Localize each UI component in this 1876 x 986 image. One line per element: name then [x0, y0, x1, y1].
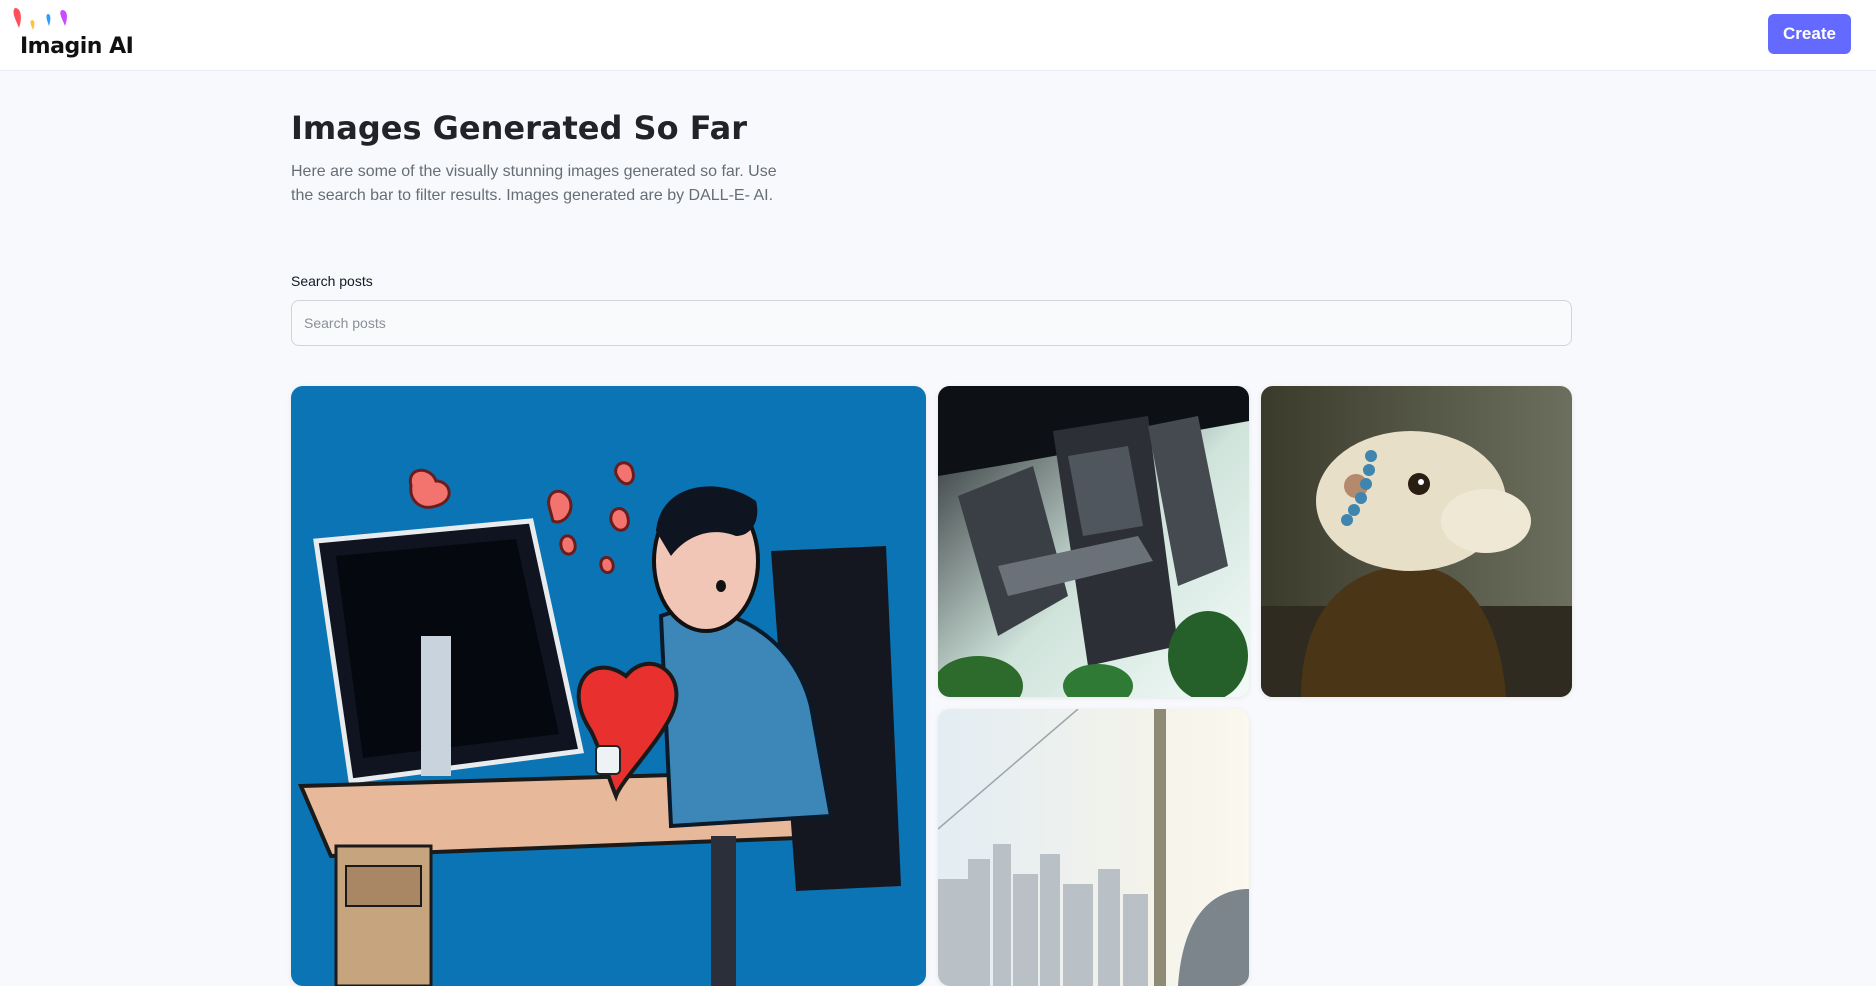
gallery-card[interactable]	[1261, 386, 1572, 697]
gallery-card[interactable]	[938, 709, 1249, 986]
gallery-card[interactable]	[938, 386, 1249, 697]
header: Imagin AI Create	[0, 0, 1876, 71]
generated-image	[938, 386, 1249, 697]
generated-image	[938, 709, 1249, 986]
page-subtitle: Here are some of the visually stunning i…	[291, 163, 777, 204]
search-input[interactable]	[291, 300, 1572, 346]
gallery-card[interactable]	[291, 386, 926, 986]
generated-image	[291, 386, 926, 986]
page-title: Images Generated So Far	[291, 109, 748, 147]
create-button[interactable]: Create	[1768, 14, 1851, 54]
search-label: Search posts	[291, 273, 373, 289]
logo-text: Imagin AI	[20, 34, 134, 59]
logo[interactable]: Imagin AI	[10, 6, 134, 62]
logo-mark-icon	[13, 8, 67, 30]
generated-image	[1261, 386, 1572, 697]
